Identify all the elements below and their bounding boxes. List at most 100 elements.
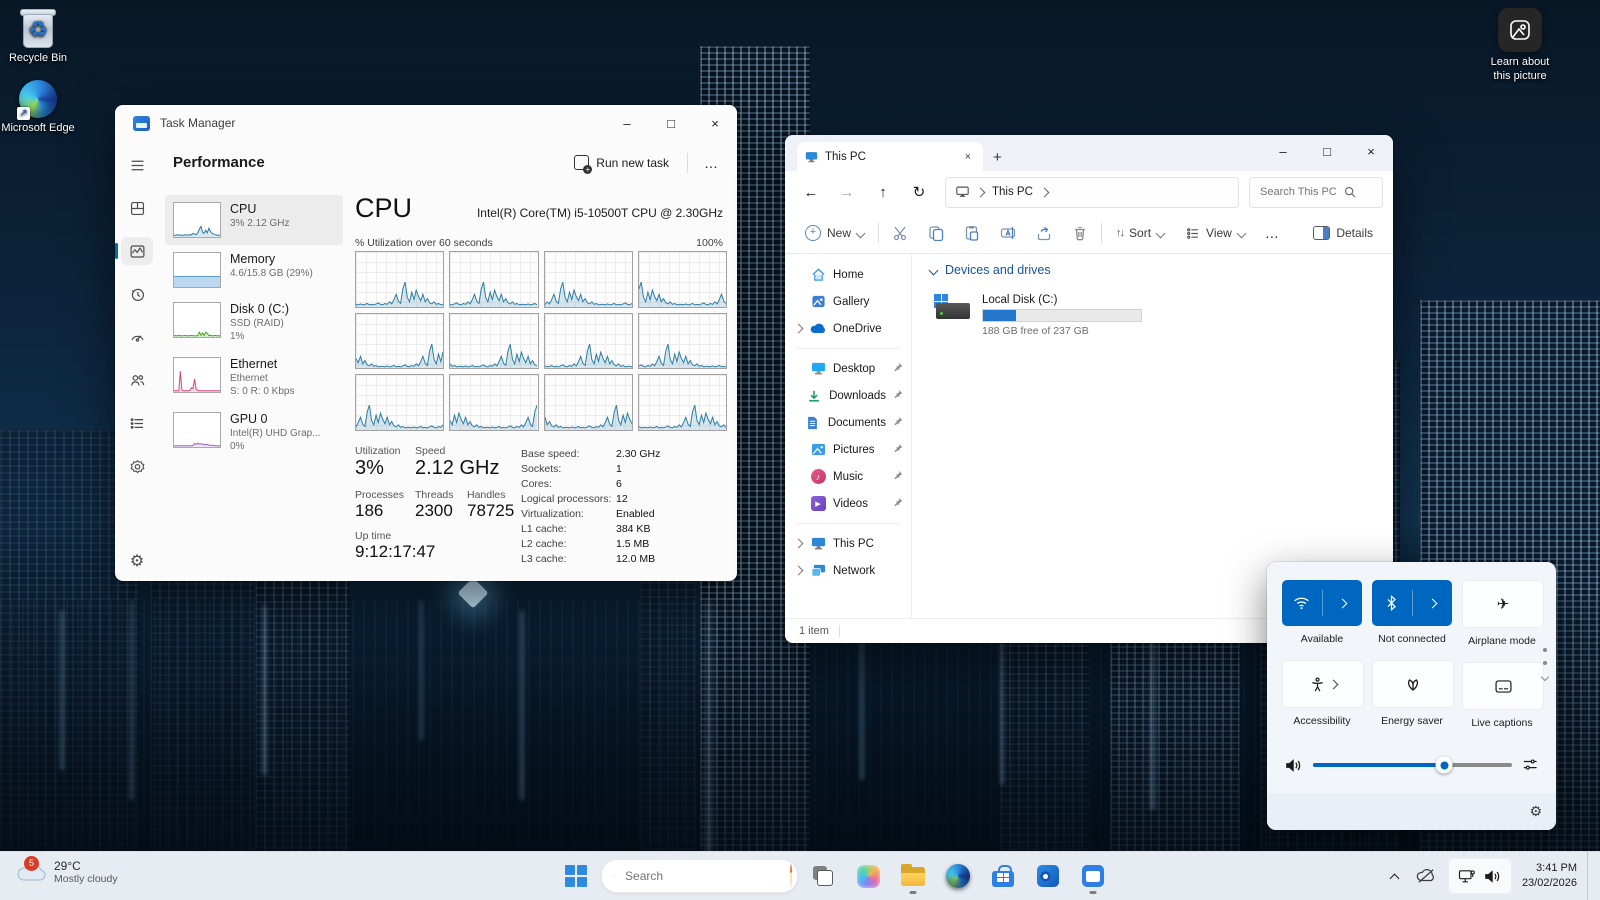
- wifi-tile[interactable]: [1282, 580, 1362, 626]
- sidebar-item-cpu[interactable]: CPU3% 2.12 GHz: [165, 195, 343, 245]
- accessibility-tile[interactable]: [1282, 660, 1364, 708]
- close-button[interactable]: ×: [1349, 135, 1393, 167]
- taskbar-search-input[interactable]: [623, 868, 782, 884]
- task-manager-button[interactable]: [1073, 856, 1113, 896]
- copy-button[interactable]: [921, 219, 951, 247]
- sort-button[interactable]: ↑↓ Sort: [1108, 221, 1172, 245]
- view-icon: [1186, 227, 1200, 240]
- sidebar-item-pictures[interactable]: Pictures: [785, 436, 911, 463]
- file-explorer-button[interactable]: [893, 856, 933, 896]
- bluetooth-tile[interactable]: [1372, 580, 1452, 626]
- maximize-button[interactable]: □: [1305, 135, 1349, 167]
- details-pane-button[interactable]: Details: [1305, 221, 1381, 245]
- view-button[interactable]: View: [1178, 221, 1253, 245]
- sound-output-icon[interactable]: [1522, 758, 1538, 772]
- sidebar-item-documents[interactable]: Documents: [785, 409, 911, 436]
- recycle-symbol: ♻: [18, 16, 58, 44]
- details-icon[interactable]: [121, 409, 153, 437]
- desktop-icon-learn-about-picture[interactable]: Learn about this picture: [1482, 8, 1558, 84]
- outlook-button[interactable]: [1028, 856, 1068, 896]
- tray-clock[interactable]: 3:41 PM 23/02/2026: [1518, 859, 1581, 893]
- up-button[interactable]: ↑: [867, 178, 899, 206]
- task-view-button[interactable]: [803, 856, 843, 896]
- sidebar-item-gallery[interactable]: Gallery: [785, 288, 911, 315]
- services-icon[interactable]: [121, 452, 153, 480]
- run-new-task-button[interactable]: Run new task: [566, 151, 677, 174]
- sidebar-item-gpu[interactable]: GPU 0Intel(R) UHD Grap...0%: [165, 405, 343, 460]
- energy-saver-tile[interactable]: [1372, 660, 1454, 708]
- maximize-button[interactable]: □: [649, 105, 693, 141]
- more-options-button[interactable]: …: [698, 153, 725, 173]
- desktop-icon-microsoft-edge[interactable]: ↗ Microsoft Edge: [0, 80, 76, 136]
- cpu-core-graphs: [355, 251, 727, 431]
- expand-chevron-icon[interactable]: [793, 539, 803, 549]
- onedrive-tray-icon[interactable]: [1410, 859, 1442, 893]
- share-button[interactable]: [1029, 219, 1059, 247]
- speaker-icon[interactable]: [1285, 758, 1303, 773]
- show-desktop-button[interactable]: [1587, 852, 1592, 900]
- settings-gear-icon[interactable]: ⚙: [115, 551, 159, 571]
- sidebar-item-music[interactable]: ♪ Music: [785, 463, 911, 490]
- delete-button[interactable]: [1065, 219, 1095, 247]
- users-icon[interactable]: [121, 366, 153, 394]
- minimize-button[interactable]: –: [1261, 135, 1305, 167]
- sidebar-item-memory[interactable]: Memory4.6/15.8 GB (29%): [165, 245, 343, 295]
- refresh-button[interactable]: ↻: [903, 178, 935, 206]
- quick-settings-gear-icon[interactable]: ⚙: [1529, 803, 1542, 820]
- paste-button[interactable]: [957, 219, 987, 247]
- microsoft-store-button[interactable]: [983, 856, 1023, 896]
- sidebar-item-desktop[interactable]: Desktop: [785, 355, 911, 382]
- app-history-icon[interactable]: [121, 280, 153, 308]
- airplane-mode-tile[interactable]: ✈: [1462, 580, 1544, 628]
- sidebar-item-home[interactable]: Home: [785, 261, 911, 288]
- sidebar-item-onedrive[interactable]: OneDrive: [785, 315, 911, 342]
- copilot-button[interactable]: [848, 856, 888, 896]
- new-button[interactable]: + New: [797, 220, 872, 246]
- sidebar-item-downloads[interactable]: Downloads: [785, 382, 911, 409]
- shortcut-arrow-icon: ↗: [17, 107, 30, 120]
- expand-chevron-icon[interactable]: [793, 566, 803, 576]
- task-manager-titlebar[interactable]: Task Manager – □ ×: [115, 105, 737, 141]
- sidebar-item-videos[interactable]: ▶ Videos: [785, 490, 911, 517]
- cut-button[interactable]: [885, 219, 915, 247]
- desktop-icon-recycle-bin[interactable]: ♻ Recycle Bin: [0, 6, 76, 66]
- rename-button[interactable]: [993, 219, 1023, 247]
- live-captions-tile[interactable]: [1462, 662, 1544, 710]
- taskbar-search-box[interactable]: [601, 859, 798, 893]
- performance-icon[interactable]: [121, 237, 153, 265]
- edge-button[interactable]: [938, 856, 978, 896]
- tray-overflow-chevron[interactable]: [1385, 859, 1404, 893]
- breadcrumb-location[interactable]: This PC: [992, 186, 1033, 198]
- close-button[interactable]: ×: [693, 105, 737, 141]
- new-tab-button[interactable]: +: [993, 149, 1002, 166]
- widgets-weather-button[interactable]: 5 29°C Mostly cloudy: [10, 857, 124, 887]
- search-input[interactable]: [1258, 185, 1344, 199]
- tab-close-icon[interactable]: ×: [961, 151, 975, 163]
- address-bar[interactable]: This PC: [945, 177, 1239, 208]
- back-button[interactable]: ←: [795, 178, 827, 206]
- sidebar-item-network[interactable]: Network: [785, 557, 911, 584]
- menu-icon[interactable]: [121, 151, 153, 179]
- bluetooth-expand-chevron[interactable]: [1413, 580, 1453, 626]
- minimize-button[interactable]: –: [605, 105, 649, 141]
- forward-button[interactable]: →: [831, 178, 863, 206]
- tab-this-pc[interactable]: This PC ×: [797, 142, 983, 171]
- local-disk-c-item[interactable]: Local Disk (C:) 188 GB free of 237 GB: [930, 290, 1153, 341]
- volume-slider[interactable]: [1313, 763, 1512, 767]
- sidebar-item-disk[interactable]: Disk 0 (C:)SSD (RAID)1%: [165, 295, 343, 350]
- volume-slider-thumb[interactable]: [1436, 757, 1453, 774]
- sidebar-item-ethernet[interactable]: EthernetEthernetS: 0 R: 0 Kbps: [165, 350, 343, 405]
- toolbar-more-button[interactable]: …: [1259, 223, 1286, 243]
- explorer-search-box[interactable]: [1249, 177, 1383, 208]
- start-button[interactable]: [556, 856, 596, 896]
- quick-settings-page-indicator[interactable]: [1542, 648, 1548, 680]
- processes-icon[interactable]: [121, 194, 153, 222]
- startup-apps-icon[interactable]: [121, 323, 153, 351]
- collapse-chevron-icon: [929, 265, 939, 275]
- wifi-expand-chevron[interactable]: [1323, 580, 1363, 626]
- devices-and-drives-group-header[interactable]: Devices and drives: [930, 263, 1393, 277]
- sidebar-item-this-pc[interactable]: This PC: [785, 530, 911, 557]
- live-captions-tile-label: Live captions: [1462, 717, 1542, 729]
- expand-chevron-icon[interactable]: [793, 324, 803, 334]
- network-volume-tray-group[interactable]: [1448, 858, 1512, 894]
